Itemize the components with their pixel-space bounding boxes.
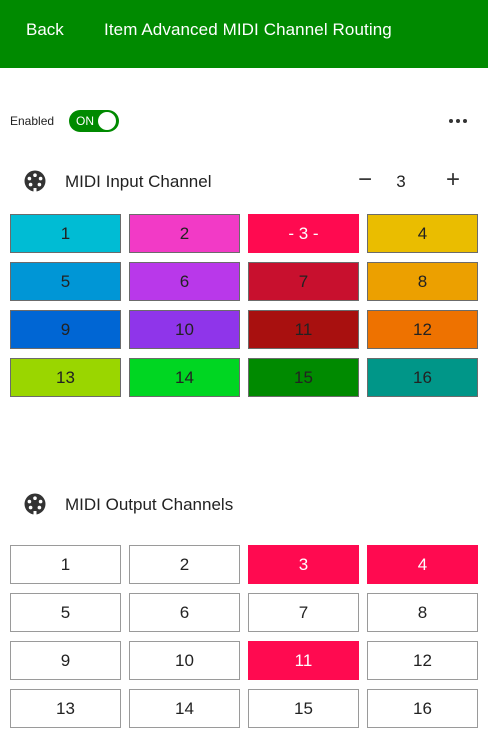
input-channel-6[interactable]: 6: [129, 262, 240, 301]
decrement-button[interactable]: −: [350, 167, 380, 195]
input-channel-16[interactable]: 16: [367, 358, 478, 397]
output-channel-grid: 1 2 3 4 5 6 7 8 9 10 11 12 13 14 15 16: [10, 545, 478, 728]
midi-din-icon: [24, 493, 46, 515]
output-channel-6[interactable]: 6: [129, 593, 240, 632]
increment-button[interactable]: +: [438, 167, 468, 195]
enabled-row: Enabled ON: [10, 108, 480, 134]
midi-din-icon: [24, 170, 46, 192]
output-channel-4[interactable]: 4: [367, 545, 478, 584]
output-section-title: MIDI Output Channels: [65, 495, 234, 514]
output-channel-5[interactable]: 5: [10, 593, 121, 632]
more-options-icon[interactable]: [446, 111, 470, 131]
output-channel-14[interactable]: 14: [129, 689, 240, 728]
toggle-knob: [98, 112, 116, 130]
output-channel-2[interactable]: 2: [129, 545, 240, 584]
input-section-header: MIDI Input Channel − 3 +: [24, 167, 480, 195]
input-channel-15[interactable]: 15: [248, 358, 359, 397]
back-button[interactable]: Back: [26, 20, 64, 40]
output-channel-15[interactable]: 15: [248, 689, 359, 728]
input-channel-14[interactable]: 14: [129, 358, 240, 397]
output-channel-11[interactable]: 11: [248, 641, 359, 680]
enabled-label: Enabled: [10, 114, 55, 128]
input-channel-11[interactable]: 11: [248, 310, 359, 349]
input-channel-value: 3: [396, 172, 406, 191]
output-channel-9[interactable]: 9: [10, 641, 121, 680]
input-channel-9[interactable]: 9: [10, 310, 121, 349]
output-section-header: MIDI Output Channels: [24, 490, 480, 518]
input-channel-5[interactable]: 5: [10, 262, 121, 301]
input-channel-8[interactable]: 8: [367, 262, 478, 301]
input-channel-4[interactable]: 4: [367, 214, 478, 253]
input-channel-stepper: − 3 +: [350, 167, 480, 195]
input-channel-grid: 12- 3 -4 5 6 7 8 9 10 11 12 13 14 15 16: [10, 214, 478, 397]
input-channel-12[interactable]: 12: [367, 310, 478, 349]
output-channel-10[interactable]: 10: [129, 641, 240, 680]
output-channel-12[interactable]: 12: [367, 641, 478, 680]
output-channel-16[interactable]: 16: [367, 689, 478, 728]
input-channel-7[interactable]: 7: [248, 262, 359, 301]
input-channel-1[interactable]: 1: [10, 214, 121, 253]
input-channel-3[interactable]: - 3 -: [248, 214, 359, 253]
enabled-toggle[interactable]: ON: [69, 110, 119, 132]
app-header: Back Item Advanced MIDI Channel Routing: [0, 0, 488, 68]
page-title: Item Advanced MIDI Channel Routing: [104, 20, 392, 39]
toggle-state-text: ON: [76, 114, 94, 128]
output-channel-7[interactable]: 7: [248, 593, 359, 632]
input-channel-13[interactable]: 13: [10, 358, 121, 397]
output-channel-13[interactable]: 13: [10, 689, 121, 728]
input-channel-10[interactable]: 10: [129, 310, 240, 349]
output-channel-8[interactable]: 8: [367, 593, 478, 632]
input-channel-2[interactable]: 2: [129, 214, 240, 253]
output-channel-3[interactable]: 3: [248, 545, 359, 584]
output-channel-1[interactable]: 1: [10, 545, 121, 584]
input-section-title: MIDI Input Channel: [65, 172, 212, 191]
